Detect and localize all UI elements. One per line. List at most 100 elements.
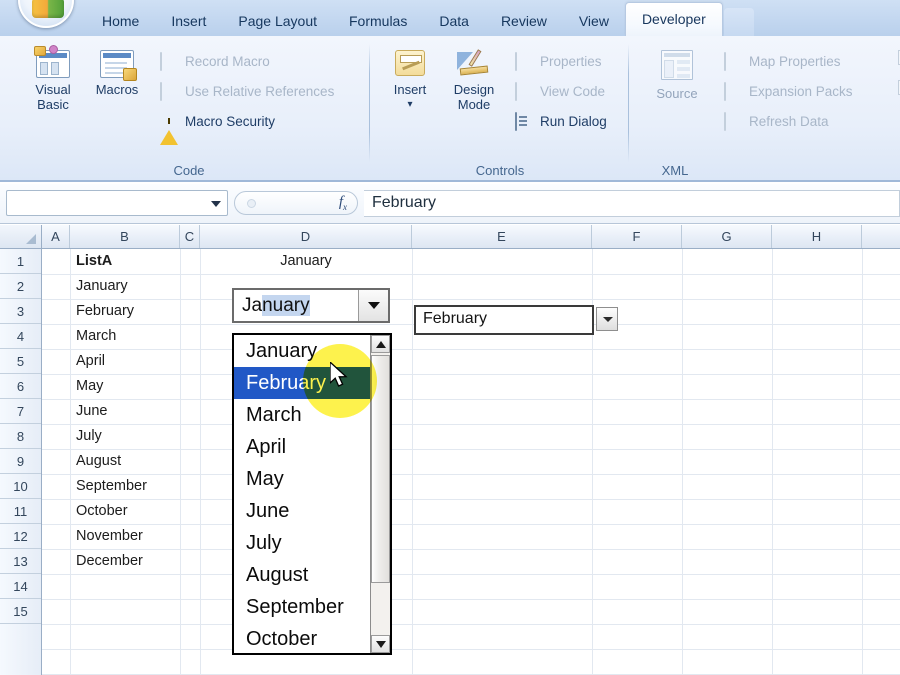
row-header-15[interactable]: 15: [0, 599, 41, 624]
cell-D1[interactable]: January: [200, 249, 412, 274]
ribbon-tab-data[interactable]: Data: [423, 8, 485, 36]
insert-function-icon[interactable]: fx: [339, 194, 347, 212]
cell-B6[interactable]: May: [70, 374, 180, 399]
office-button[interactable]: [18, 0, 74, 28]
row-header-6[interactable]: 6: [0, 374, 41, 399]
formula-input[interactable]: February: [364, 190, 900, 217]
cell-B1[interactable]: ListA: [70, 249, 180, 274]
row-header-9[interactable]: 9: [0, 449, 41, 474]
name-box[interactable]: [6, 190, 228, 216]
column-header-F[interactable]: F: [592, 225, 682, 248]
scroll-up-arrow-icon[interactable]: [371, 335, 390, 353]
ribbon-tab-view[interactable]: View: [563, 8, 625, 36]
select-all-corner[interactable]: [0, 225, 42, 248]
ribbon-tabs: Home Insert Page Layout Formulas Data Review V…: [86, 0, 754, 36]
cell-B7[interactable]: June: [70, 399, 180, 424]
combo-box-a[interactable]: January: [232, 288, 390, 323]
visual-basic-button[interactable]: Visual Basic: [22, 44, 84, 112]
warning-shield-icon: [160, 112, 179, 145]
grid-line-vertical: [682, 249, 683, 675]
dropdown-option-april[interactable]: April: [234, 431, 372, 463]
design-mode-button[interactable]: Design Mode: [443, 44, 505, 112]
column-header-G[interactable]: G: [682, 225, 772, 248]
run-dialog-icon: [515, 111, 534, 131]
expansion-packs-button[interactable]: Expansion Packs: [724, 78, 853, 104]
combo-box-b-dropdown-button[interactable]: [596, 307, 618, 331]
cell-B8[interactable]: July: [70, 424, 180, 449]
column-header-C[interactable]: C: [180, 225, 200, 248]
column-header-E[interactable]: E: [412, 225, 592, 248]
cell-B2[interactable]: January: [70, 274, 180, 299]
view-code-button[interactable]: View Code: [515, 78, 605, 104]
row-header-8[interactable]: 8: [0, 424, 41, 449]
excel-window: Home Insert Page Layout Formulas Data Review V…: [0, 0, 900, 675]
refresh-data-button[interactable]: Refresh Data: [724, 108, 829, 134]
cell-B4[interactable]: March: [70, 324, 180, 349]
cell-B9[interactable]: August: [70, 449, 180, 474]
row-header-10[interactable]: 10: [0, 474, 41, 499]
cell-B5[interactable]: April: [70, 349, 180, 374]
ribbon-tab-insert[interactable]: Insert: [155, 8, 222, 36]
combo-box-a-value-plain: Ja: [242, 295, 263, 316]
use-relative-references-button[interactable]: Use Relative References: [160, 78, 334, 104]
ribbon-body: Visual Basic Macros Record Macro Use Rel…: [0, 36, 900, 182]
row-header-11[interactable]: 11: [0, 499, 41, 524]
cell-B10[interactable]: September: [70, 474, 180, 499]
ribbon-tab-developer[interactable]: Developer: [624, 2, 723, 36]
xml-source-icon: [646, 50, 708, 84]
design-mode-label-2: Mode: [457, 97, 491, 112]
row-header-2[interactable]: 2: [0, 274, 41, 299]
grid-line-horizontal: [42, 574, 900, 575]
column-header-H[interactable]: H: [772, 225, 862, 248]
chevron-down-icon[interactable]: [358, 290, 388, 321]
ribbon-tab-review[interactable]: Review: [485, 8, 563, 36]
grid-line-vertical: [200, 249, 201, 675]
cell-B13[interactable]: December: [70, 549, 180, 574]
xml-source-label: Source: [656, 86, 698, 101]
cell-B12[interactable]: November: [70, 524, 180, 549]
row-header-3[interactable]: 3: [0, 299, 41, 324]
row-header-7[interactable]: 7: [0, 399, 41, 424]
design-mode-label-1: Design: [453, 82, 495, 97]
xml-source-button[interactable]: Source: [646, 44, 708, 101]
dropdown-option-september[interactable]: September: [234, 591, 372, 623]
dropdown-option-october[interactable]: October: [234, 623, 372, 655]
run-dialog-button[interactable]: Run Dialog: [515, 108, 607, 134]
dropdown-option-july[interactable]: July: [234, 527, 372, 559]
ribbon-tab-formulas[interactable]: Formulas: [333, 8, 423, 36]
formula-bar: fx February: [0, 184, 900, 224]
dropdown-option-august[interactable]: August: [234, 559, 372, 591]
ribbon-tab-home[interactable]: Home: [86, 8, 155, 36]
grid-line-horizontal: [42, 599, 900, 600]
map-properties-button[interactable]: Map Properties: [724, 48, 841, 74]
map-properties-label: Map Properties: [749, 53, 841, 69]
cancel-icon[interactable]: [247, 199, 256, 208]
row-header-5[interactable]: 5: [0, 349, 41, 374]
ribbon-tab-page-layout[interactable]: Page Layout: [222, 8, 333, 36]
row-header-1[interactable]: 1: [0, 249, 41, 274]
cell-B3[interactable]: February: [70, 299, 180, 324]
chevron-down-icon[interactable]: [211, 201, 221, 207]
cell-B11[interactable]: October: [70, 499, 180, 524]
properties-button[interactable]: Properties: [515, 48, 602, 74]
dropdown-option-june[interactable]: June: [234, 495, 372, 527]
column-header-B[interactable]: B: [70, 225, 180, 248]
macros-button[interactable]: Macros: [86, 44, 148, 97]
column-header-D[interactable]: D: [200, 225, 412, 248]
row-header-14[interactable]: 14: [0, 574, 41, 599]
row-header-12[interactable]: 12: [0, 524, 41, 549]
macro-security-button[interactable]: Macro Security: [160, 108, 275, 145]
expansion-packs-icon: [724, 81, 743, 101]
grid-line-vertical: [772, 249, 773, 675]
run-dialog-label: Run Dialog: [540, 113, 607, 129]
column-header-A[interactable]: A: [42, 225, 70, 248]
combo-box-b[interactable]: February: [414, 305, 594, 335]
scroll-down-arrow-icon[interactable]: [371, 635, 390, 653]
row-header-13[interactable]: 13: [0, 549, 41, 574]
row-headers: 1 2 3 4 5 6 7 8 9 10 11 12 13 14 15: [0, 249, 42, 675]
record-macro-button[interactable]: Record Macro: [160, 48, 270, 74]
combo-box-b-value: February: [423, 310, 488, 327]
insert-control-button[interactable]: Insert ▾: [379, 44, 441, 112]
dropdown-option-may[interactable]: May: [234, 463, 372, 495]
row-header-4[interactable]: 4: [0, 324, 41, 349]
